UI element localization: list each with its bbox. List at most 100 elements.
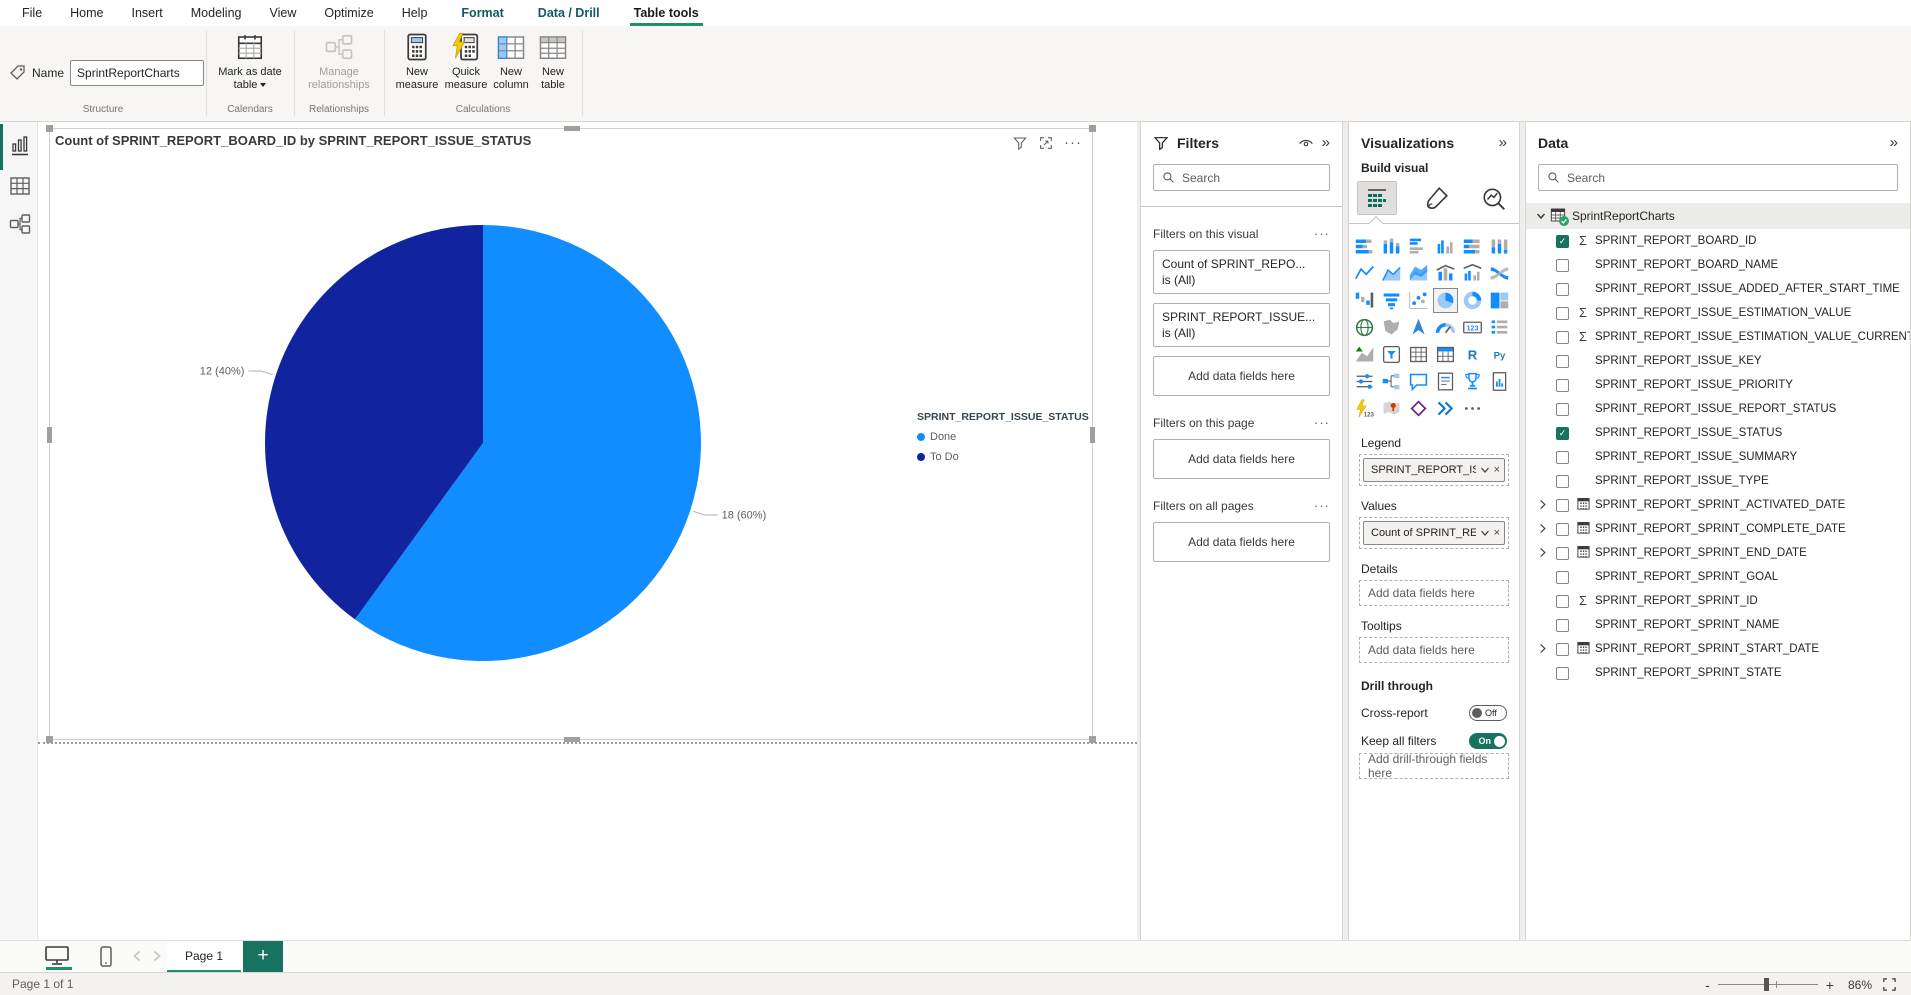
qa-visual-icon[interactable] <box>1406 369 1431 394</box>
line-and-clustered-column-chart-icon[interactable] <box>1460 261 1485 286</box>
field-checkbox[interactable] <box>1556 643 1569 656</box>
field-checkbox[interactable] <box>1556 595 1569 608</box>
field-checkbox[interactable] <box>1556 355 1569 368</box>
ribbon-tab-format[interactable]: Format <box>447 0 517 26</box>
metrics-icon[interactable] <box>1460 369 1485 394</box>
field-checkbox[interactable]: ✓ <box>1556 427 1569 440</box>
ribbon-tab-insert[interactable]: Insert <box>118 0 177 26</box>
field-pill[interactable]: Count of SPRINT_REP...× <box>1363 521 1505 545</box>
more-options-icon[interactable]: ··· <box>1314 415 1330 430</box>
funnel-chart-icon[interactable] <box>1379 288 1404 313</box>
eye-icon[interactable] <box>1298 135 1314 151</box>
ribbon-tab-help[interactable]: Help <box>388 0 442 26</box>
field-row[interactable]: SPRINT_REPORT_SPRINT_ACTIVATED_DATE <box>1526 493 1910 517</box>
more-visuals-icon[interactable] <box>1460 396 1485 421</box>
paginated-report-icon[interactable] <box>1487 369 1512 394</box>
toggle-on[interactable]: On <box>1469 733 1507 749</box>
add-data-fields-dropzone[interactable]: Add data fields here <box>1153 522 1330 562</box>
add-data-fields-dropzone[interactable]: Add data fields here <box>1153 356 1330 396</box>
azure-map-icon[interactable] <box>1406 315 1431 340</box>
field-checkbox[interactable] <box>1556 283 1569 296</box>
field-checkbox[interactable] <box>1556 331 1569 344</box>
slicer-icon[interactable] <box>1379 342 1404 367</box>
field-checkbox[interactable] <box>1556 379 1569 392</box>
legend-item[interactable]: Done <box>917 431 1089 443</box>
add-page-button[interactable]: + <box>243 941 283 973</box>
field-row[interactable]: SPRINT_REPORT_SPRINT_COMPLETE_DATE <box>1526 517 1910 541</box>
matrix-icon[interactable] <box>1433 342 1458 367</box>
100-stacked-bar-chart-icon[interactable] <box>1460 234 1485 259</box>
resize-handle-n[interactable] <box>564 126 580 131</box>
expand-chevron-icon[interactable] <box>1538 547 1547 558</box>
chevron-down-icon[interactable] <box>1480 465 1490 475</box>
area-chart-icon[interactable] <box>1379 261 1404 286</box>
field-row[interactable]: SPRINT_REPORT_BOARD_NAME <box>1526 253 1910 277</box>
table-icon[interactable] <box>1406 342 1431 367</box>
gauge-icon[interactable] <box>1433 315 1458 340</box>
report-view-button[interactable] <box>8 134 32 158</box>
report-canvas[interactable]: Count of SPRINT_REPORT_BOARD_ID by SPRIN… <box>38 122 1137 940</box>
field-row[interactable]: SPRINT_REPORT_ISSUE_SUMMARY <box>1526 445 1910 469</box>
power-automate-icon[interactable] <box>1433 396 1458 421</box>
resize-handle-nw[interactable] <box>46 125 53 132</box>
field-row[interactable]: SPRINT_REPORT_ISSUE_ADDED_AFTER_START_TI… <box>1526 277 1910 301</box>
field-checkbox[interactable] <box>1556 499 1569 512</box>
field-checkbox[interactable] <box>1556 667 1569 680</box>
field-row[interactable]: SPRINT_REPORT_SPRINT_START_DATE <box>1526 637 1910 661</box>
build-visual-tab[interactable] <box>1357 181 1397 215</box>
expand-chevron-icon[interactable] <box>1538 499 1547 510</box>
ribbon-tab-view[interactable]: View <box>256 0 311 26</box>
field-row[interactable]: SPRINT_REPORT_SPRINT_STATE <box>1526 661 1910 685</box>
chevron-down-icon[interactable] <box>1536 211 1546 221</box>
mark-as-date-table-button[interactable]: Mark as date table <box>215 32 285 92</box>
smart-narrative-icon[interactable] <box>1433 369 1458 394</box>
well-tooltips-dropzone[interactable]: Add data fields here <box>1359 637 1509 663</box>
field-row[interactable]: ΣSPRINT_REPORT_SPRINT_ID <box>1526 589 1910 613</box>
remove-field-icon[interactable]: × <box>1494 464 1500 476</box>
field-checkbox[interactable]: ✓ <box>1556 235 1569 248</box>
field-checkbox[interactable] <box>1556 571 1569 584</box>
more-options-icon[interactable]: ··· <box>1314 498 1330 513</box>
100-stacked-column-chart-icon[interactable] <box>1487 234 1512 259</box>
page-tab-page-1[interactable]: Page 1 <box>167 941 241 973</box>
ribbon-tab-optimize[interactable]: Optimize <box>310 0 387 26</box>
r-script-visual-icon[interactable]: R <box>1460 342 1485 367</box>
pie-chart-icon[interactable] <box>1433 288 1458 313</box>
python-visual-icon[interactable]: Py <box>1487 342 1512 367</box>
new-table-button[interactable]: New table <box>528 32 578 92</box>
table-view-button[interactable] <box>8 174 32 198</box>
field-checkbox[interactable] <box>1556 523 1569 536</box>
ribbon-tab-file[interactable]: File <box>8 0 56 26</box>
field-checkbox[interactable] <box>1556 451 1569 464</box>
expand-chevron-icon[interactable] <box>1538 643 1547 654</box>
collapse-pane-icon[interactable]: » <box>1890 134 1898 151</box>
legend-item[interactable]: To Do <box>917 451 1089 463</box>
waterfall-chart-icon[interactable] <box>1352 288 1377 313</box>
more-options-icon[interactable]: ··· <box>1314 226 1330 241</box>
fit-to-page-icon[interactable] <box>1882 977 1897 992</box>
resize-handle-w[interactable] <box>47 427 52 443</box>
clustered-bar-chart-icon[interactable] <box>1406 234 1431 259</box>
ribbon-chart-icon[interactable] <box>1487 261 1512 286</box>
line-and-stacked-column-chart-icon[interactable] <box>1433 261 1458 286</box>
line-chart-icon[interactable] <box>1352 261 1377 286</box>
field-row[interactable]: ΣSPRINT_REPORT_ISSUE_ESTIMATION_VALUE <box>1526 301 1910 325</box>
zoom-slider[interactable] <box>1718 984 1818 985</box>
field-checkbox[interactable] <box>1556 619 1569 632</box>
table-node-sprintreportcharts[interactable]: SprintReportCharts <box>1526 203 1910 229</box>
field-row[interactable]: SPRINT_REPORT_SPRINT_GOAL <box>1526 565 1910 589</box>
field-pill[interactable]: SPRINT_REPORT_ISSU...× <box>1363 458 1505 482</box>
arcgis-map-icon[interactable] <box>1379 396 1404 421</box>
model-view-button[interactable] <box>8 212 32 236</box>
filter-card[interactable]: SPRINT_REPORT_ISSUE...is (All) <box>1153 303 1330 347</box>
filter-card[interactable]: Count of SPRINT_REPO...is (All) <box>1153 250 1330 294</box>
zoom-in-button[interactable]: + <box>1826 977 1834 993</box>
stacked-area-chart-icon[interactable] <box>1406 261 1431 286</box>
multi-row-card-icon[interactable] <box>1487 315 1512 340</box>
map-icon[interactable] <box>1352 315 1377 340</box>
field-row[interactable]: SPRINT_REPORT_ISSUE_REPORT_STATUS <box>1526 397 1910 421</box>
field-row[interactable]: ΣSPRINT_REPORT_ISSUE_ESTIMATION_VALUE_CU… <box>1526 325 1910 349</box>
ribbon-tab-modeling[interactable]: Modeling <box>177 0 256 26</box>
zoom-slider-thumb[interactable] <box>1764 978 1769 991</box>
key-influencers-icon[interactable] <box>1352 369 1377 394</box>
